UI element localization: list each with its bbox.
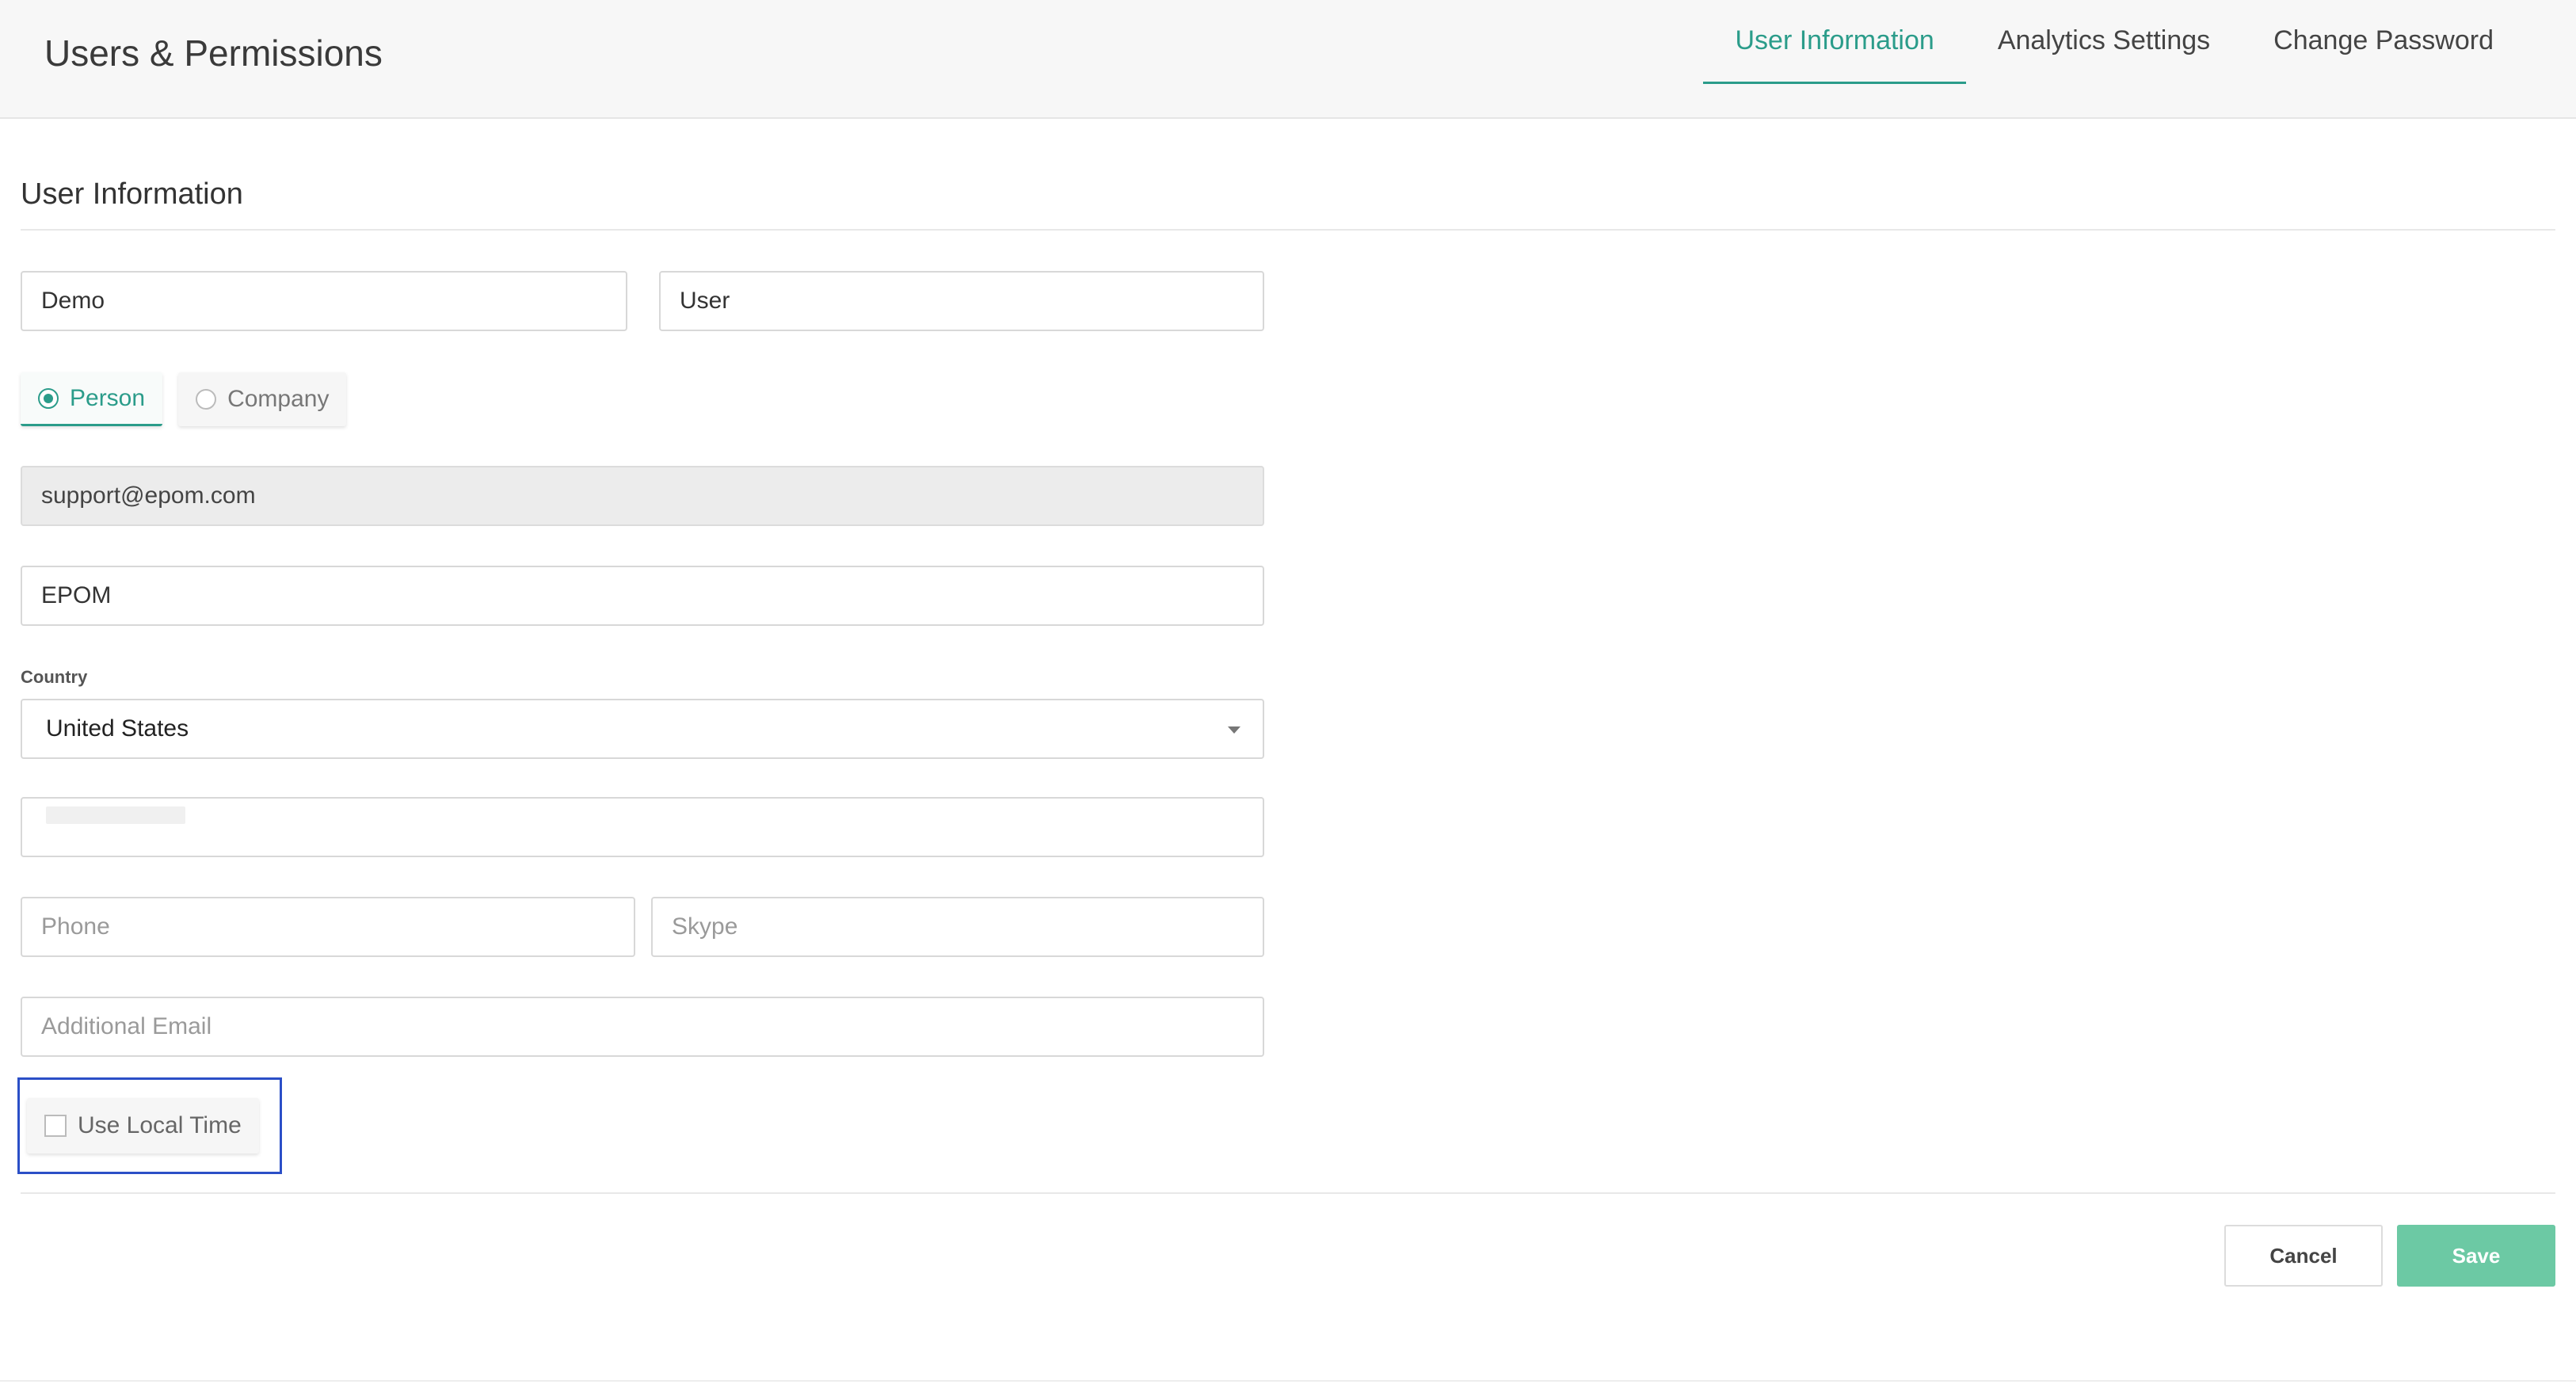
use-local-time-label: Use Local Time	[78, 1112, 242, 1138]
save-button[interactable]: Save	[2397, 1225, 2555, 1287]
chevron-down-icon	[1228, 726, 1240, 734]
country-value: United States	[46, 715, 189, 742]
email-field	[21, 466, 1264, 526]
country-label: Country	[21, 667, 88, 687]
radio-company[interactable]: Company	[178, 372, 347, 426]
cancel-button[interactable]: Cancel	[2224, 1225, 2383, 1287]
skype-field[interactable]	[651, 897, 1264, 957]
use-local-time-checkbox[interactable]: Use Local Time	[27, 1098, 259, 1153]
first-name-field[interactable]	[21, 271, 627, 331]
radio-selected-icon	[38, 387, 59, 409]
tab-change-password[interactable]: Change Password	[2242, 0, 2525, 84]
bottom-divider	[0, 1380, 2576, 1382]
tab-analytics-settings[interactable]: Analytics Settings	[1966, 0, 2242, 84]
additional-email-field[interactable]	[21, 997, 1264, 1057]
section-title: User Information	[21, 177, 243, 211]
last-name-field[interactable]	[659, 271, 1264, 331]
app-header: Users & Permissions User Information Ana…	[0, 0, 2576, 119]
redacted-field[interactable]	[21, 797, 1264, 857]
radio-company-label: Company	[227, 386, 330, 412]
section-divider	[21, 229, 2555, 231]
redacted-value	[46, 806, 185, 824]
checkbox-icon	[44, 1115, 67, 1137]
account-type-group: Person Company	[21, 372, 347, 426]
page-title: Users & Permissions	[44, 32, 383, 74]
radio-person-label: Person	[70, 384, 146, 411]
tab-user-information[interactable]: User Information	[1703, 0, 1966, 84]
footer-divider	[21, 1192, 2555, 1194]
phone-field[interactable]	[21, 897, 635, 957]
company-name-field[interactable]	[21, 566, 1264, 626]
tab-bar: User Information Analytics Settings Chan…	[1703, 0, 2525, 119]
radio-person[interactable]: Person	[21, 372, 163, 426]
radio-unselected-icon	[196, 389, 217, 410]
country-select[interactable]: United States	[21, 699, 1264, 759]
